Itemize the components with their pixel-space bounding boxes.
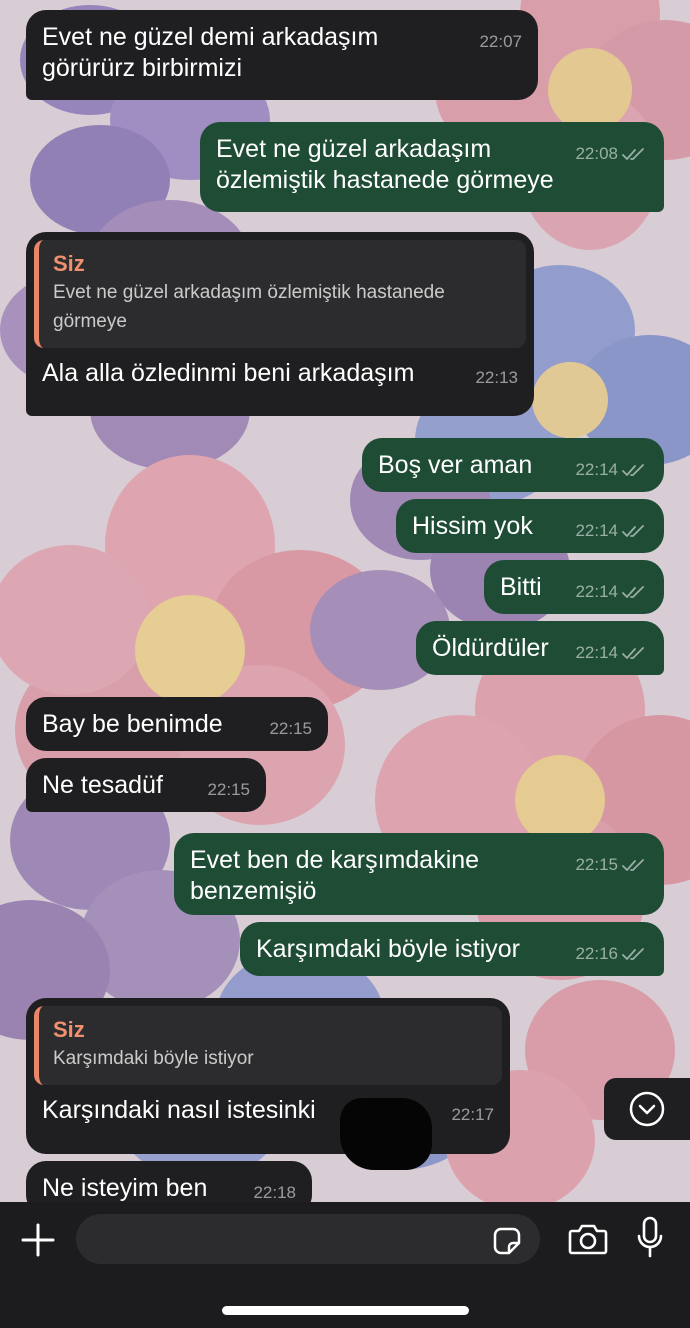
message-time: 22:14 <box>575 643 618 662</box>
message-text: Ne isteyim ben <box>42 1174 208 1202</box>
message-text: Karşındaki nasıl istesinki <box>42 1096 316 1124</box>
read-receipt-icon <box>622 525 644 537</box>
read-receipt-icon <box>622 948 644 960</box>
microphone-icon[interactable] <box>636 1216 664 1260</box>
message-text: Hissim yok <box>412 512 533 540</box>
outgoing-message[interactable]: 22:15 Evet ben de karşımdakine benzemişiö <box>174 833 664 915</box>
incoming-message[interactable]: 22:07 Evet ne güzel demi arkadaşım görürü… <box>26 10 538 100</box>
message-time: 22:15 <box>575 855 618 874</box>
read-receipt-icon <box>622 647 644 659</box>
outgoing-message[interactable]: 22:14 Boş ver aman <box>362 438 664 492</box>
plus-icon[interactable] <box>20 1222 56 1258</box>
message-time: 22:16 <box>575 944 618 963</box>
message-meta: 22:07 <box>479 32 522 52</box>
message-time: 22:14 <box>575 460 618 479</box>
message-text: Ne tesadüf <box>42 771 163 799</box>
message-meta: 22:14 <box>575 521 648 541</box>
message-meta: 22:15 <box>207 780 250 800</box>
read-receipt-icon <box>622 586 644 598</box>
message-text: Bitti <box>500 573 542 601</box>
composer-bar <box>0 1202 690 1328</box>
quoted-reply[interactable]: Siz Evet ne güzel arkadaşım özlemiştik ha… <box>34 240 526 348</box>
incoming-message[interactable]: 22:15 Ne tesadüf <box>26 758 266 812</box>
message-text: Evet ne güzel arkadaşım özlemiştik hasta… <box>216 135 554 194</box>
message-time: 22:08 <box>575 144 618 163</box>
message-time: 22:15 <box>269 719 312 738</box>
message-meta: 22:14 <box>575 582 648 602</box>
message-meta: 22:15 <box>269 719 312 739</box>
message-time: 22:15 <box>207 780 250 799</box>
message-meta: 22:14 <box>575 643 648 663</box>
quoted-text: Evet ne güzel arkadaşım özlemiştik hasta… <box>53 282 445 332</box>
message-meta: 22:13 <box>475 368 518 388</box>
message-meta: 22:17 <box>451 1105 494 1125</box>
read-receipt-icon <box>622 464 644 476</box>
message-text: Ala alla özledinmi beni arkadaşım <box>42 359 415 387</box>
message-text: Evet ne güzel demi arkadaşım görürürz bi… <box>42 23 386 82</box>
message-time: 22:14 <box>575 521 618 540</box>
quoted-author: Siz <box>53 1017 85 1042</box>
outgoing-message[interactable]: 22:14 Hissim yok <box>396 499 664 553</box>
message-meta: 22:15 <box>575 855 648 875</box>
read-receipt-icon <box>622 148 644 160</box>
quoted-author: Siz <box>53 251 85 276</box>
message-text: Bay be benimde <box>42 710 223 738</box>
message-time: 22:17 <box>451 1105 494 1124</box>
incoming-message[interactable]: Siz Evet ne güzel arkadaşım özlemiştik ha… <box>26 232 534 416</box>
message-time: 22:13 <box>475 368 518 387</box>
outgoing-message[interactable]: 22:16 Karşımdaki böyle istiyor <box>240 922 664 976</box>
message-meta: 22:08 <box>575 144 648 164</box>
outgoing-message[interactable]: 22:14 Öldürdüler <box>416 621 664 675</box>
message-list[interactable]: 22:07 Evet ne güzel demi arkadaşım görürü… <box>0 0 690 1202</box>
scroll-to-bottom-button[interactable] <box>604 1078 690 1140</box>
outgoing-message[interactable]: 22:14 Bitti <box>484 560 664 614</box>
read-receipt-icon <box>622 859 644 871</box>
message-text: Boş ver aman <box>378 451 533 479</box>
sticker-icon[interactable] <box>492 1226 522 1256</box>
redaction-mark <box>340 1098 432 1170</box>
message-text: Karşımdaki böyle istiyor <box>256 935 520 963</box>
incoming-message[interactable]: 22:15 Bay be benimde <box>26 697 328 751</box>
message-text: Evet ben de karşımdakine benzemişiö <box>190 846 487 905</box>
home-indicator <box>222 1306 469 1315</box>
message-time: 22:18 <box>253 1183 296 1202</box>
message-time: 22:14 <box>575 582 618 601</box>
quoted-text: Karşımdaki böyle istiyor <box>53 1048 254 1069</box>
message-time: 22:07 <box>479 32 522 51</box>
message-input[interactable] <box>76 1214 540 1264</box>
quoted-reply[interactable]: Siz Karşımdaki böyle istiyor <box>34 1006 502 1085</box>
message-meta: 22:16 <box>575 944 648 964</box>
outgoing-message[interactable]: 22:08 Evet ne güzel arkadaşım özlemiştik … <box>200 122 664 212</box>
chevron-down-circle-icon <box>629 1091 665 1127</box>
incoming-message[interactable]: 22:18 Ne isteyim ben <box>26 1161 312 1202</box>
message-meta: 22:14 <box>575 460 648 480</box>
camera-icon[interactable] <box>568 1222 608 1256</box>
message-text: Öldürdüler <box>432 634 549 662</box>
message-meta: 22:18 <box>253 1183 296 1202</box>
incoming-message[interactable]: Siz Karşımdaki böyle istiyor 22:17 Karşında… <box>26 998 510 1154</box>
